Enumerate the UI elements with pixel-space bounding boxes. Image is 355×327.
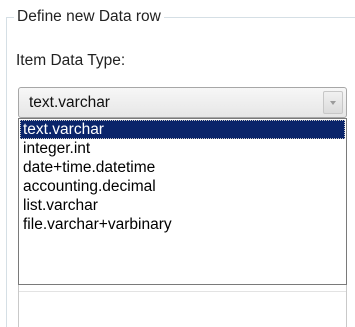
item-data-type-selected-value: text.varchar: [29, 94, 110, 111]
group-box-border-left: [6, 17, 7, 327]
dropdown-option[interactable]: list.varchar: [20, 196, 345, 215]
dropdown-option[interactable]: integer.int: [20, 139, 345, 158]
data-row-list-box[interactable]: [18, 285, 347, 327]
dropdown-option[interactable]: text.varchar: [20, 120, 345, 139]
chevron-down-icon: [330, 101, 336, 105]
data-row-panel: Define new Data row Item Data Type: text…: [0, 0, 355, 327]
item-data-type-dropdown-list: text.varchar integer.int date+time.datet…: [18, 118, 347, 285]
item-data-type-combobox[interactable]: text.varchar: [18, 87, 347, 118]
dropdown-option[interactable]: date+time.datetime: [20, 158, 345, 177]
dropdown-button[interactable]: [323, 91, 343, 114]
list-divider: [19, 291, 346, 292]
dropdown-option[interactable]: file.varchar+varbinary: [20, 215, 345, 234]
group-box-title: Define new Data row: [14, 8, 164, 26]
dropdown-option[interactable]: accounting.decimal: [20, 177, 345, 196]
item-data-type-label: Item Data Type:: [16, 52, 126, 69]
